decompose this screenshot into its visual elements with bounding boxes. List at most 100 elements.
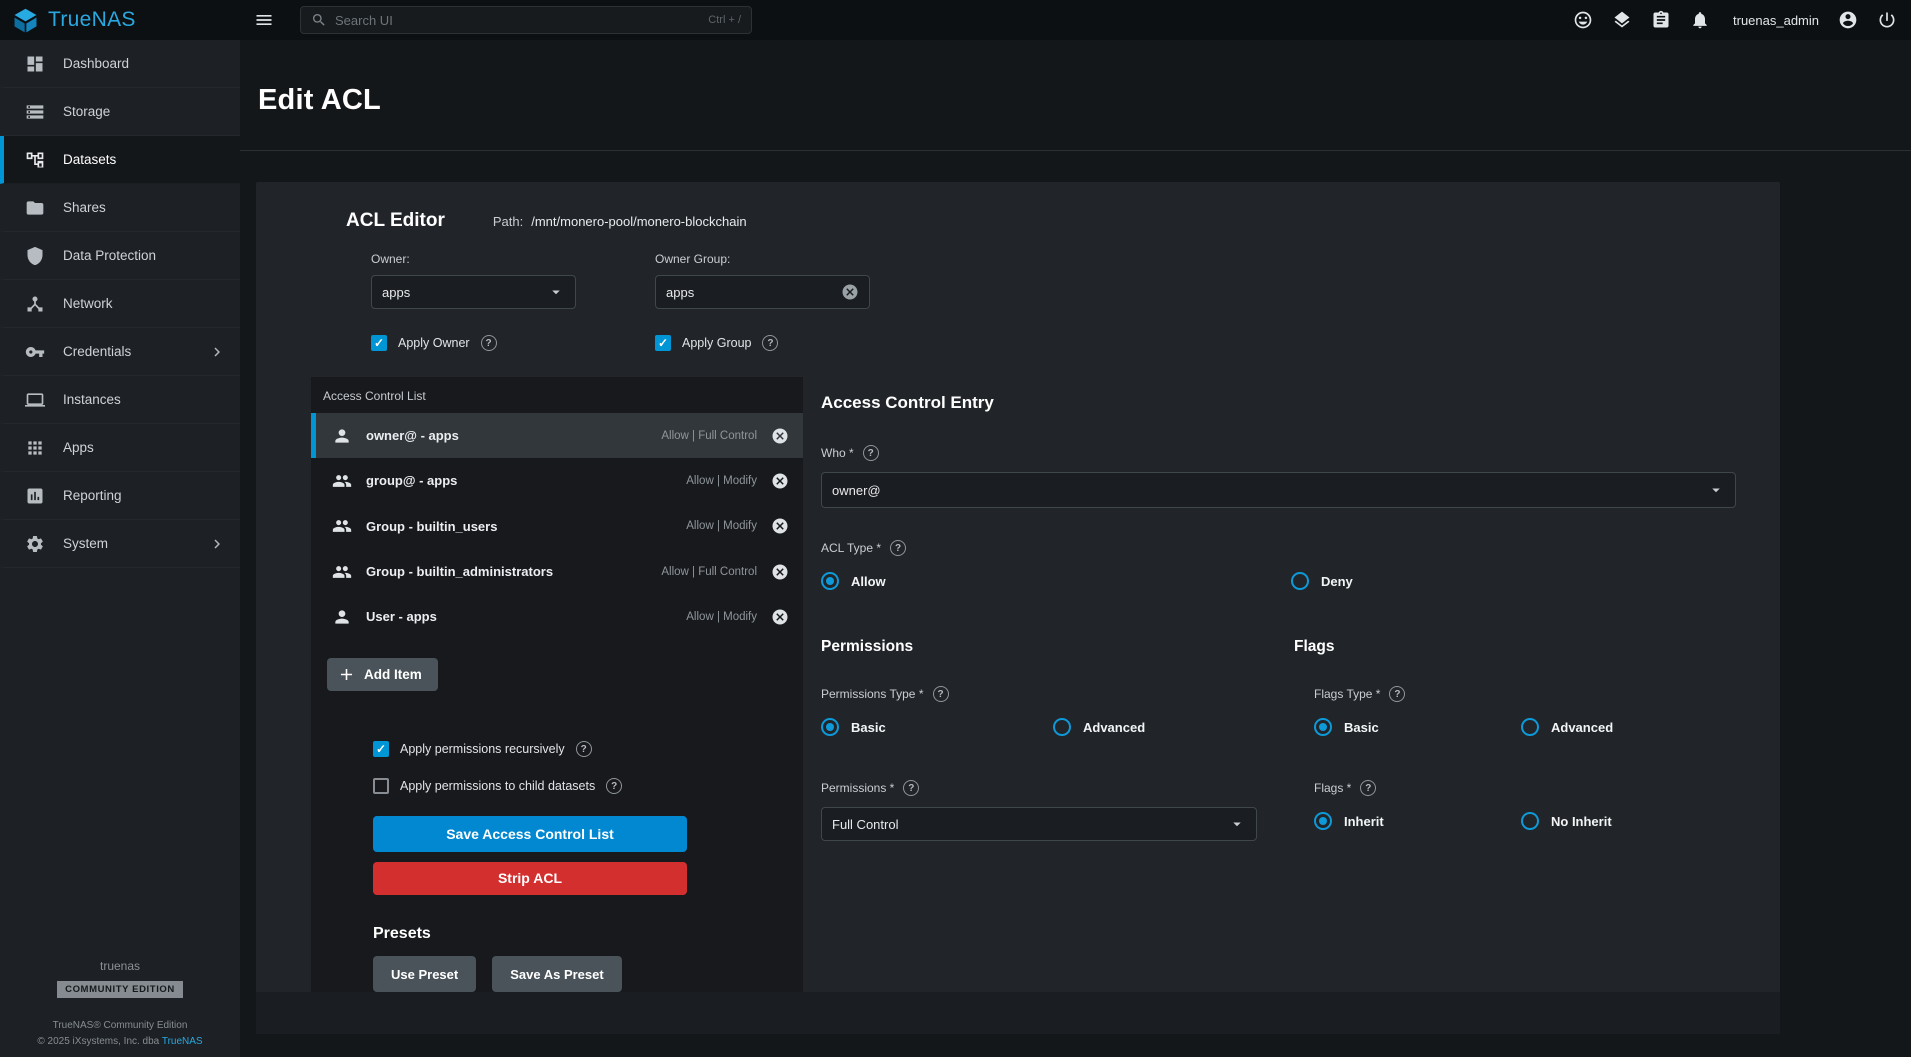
sidebar-item-storage[interactable]: Storage	[0, 88, 240, 136]
add-item-button[interactable]: Add Item	[327, 658, 438, 691]
acl-entry-row-builtin-users[interactable]: Group - builtin_users Allow | Modify	[311, 504, 803, 549]
logged-in-username: truenas_admin	[1733, 13, 1819, 28]
ace-title: Access Control Entry	[821, 393, 1736, 413]
power-icon[interactable]	[1877, 10, 1897, 30]
permissions-heading: Permissions	[821, 638, 1294, 656]
owner-group-field	[655, 275, 870, 309]
layers-icon[interactable]	[1612, 10, 1632, 30]
permissions-select[interactable]: Full Control	[821, 807, 1257, 841]
help-icon[interactable]: ?	[890, 540, 906, 556]
access-control-entry-panel: Access Control Entry Who * ? owner@ ACL …	[803, 377, 1780, 992]
apply-group-label: Apply Group	[682, 336, 751, 350]
search-shortcut: Ctrl + /	[708, 14, 741, 26]
help-icon[interactable]: ?	[481, 335, 497, 351]
sidebar-item-datasets[interactable]: Datasets	[0, 136, 240, 184]
search-input[interactable]	[335, 13, 700, 28]
global-search[interactable]: Ctrl + /	[300, 6, 752, 34]
clear-icon[interactable]	[841, 283, 859, 301]
sidebar-item-dashboard[interactable]: Dashboard	[0, 40, 240, 88]
apply-child-datasets-checkbox[interactable]	[373, 778, 389, 794]
flags-type-advanced-radio[interactable]	[1521, 718, 1539, 736]
acl-type-allow-radio[interactable]	[821, 572, 839, 590]
acl-entry-row-user-apps[interactable]: User - apps Allow | Modify	[311, 594, 803, 639]
footer-truenas-link[interactable]: TrueNAS	[162, 1036, 203, 1047]
sidebar-item-instances[interactable]: Instances	[0, 376, 240, 424]
truenas-logo-icon	[12, 7, 39, 34]
menu-toggle-icon[interactable]	[254, 10, 274, 30]
notifications-icon[interactable]	[1690, 10, 1710, 30]
apply-owner-label: Apply Owner	[398, 336, 470, 350]
person-icon	[332, 607, 352, 627]
apps-icon	[25, 438, 45, 458]
card-head: ACL Editor Path: /mnt/monero-pool/monero…	[256, 182, 1780, 232]
owner-group-label: Owner Group:	[655, 252, 870, 266]
use-preset-button[interactable]: Use Preset	[373, 956, 476, 992]
flags-type-basic-radio[interactable]	[1314, 718, 1332, 736]
instances-icon	[25, 390, 45, 410]
edition-badge: COMMUNITY EDITION	[57, 981, 183, 998]
permissions-type-advanced-radio[interactable]	[1053, 718, 1071, 736]
page-title: Edit ACL	[258, 84, 1911, 117]
sidebar-item-system[interactable]: System	[0, 520, 240, 568]
help-icon[interactable]: ?	[606, 778, 622, 794]
apply-child-datasets-label: Apply permissions to child datasets	[400, 779, 595, 793]
search-icon	[311, 12, 327, 28]
hostname: truenas	[100, 959, 140, 973]
acl-entry-row-group[interactable]: group@ - apps Allow | Modify	[311, 458, 803, 503]
sidebar-item-apps[interactable]: Apps	[0, 424, 240, 472]
brand-name: TrueNAS	[48, 8, 136, 32]
footer-copyright: © 2025 iXsystems, Inc. dba TrueNAS	[37, 1036, 202, 1047]
flags-inherit-radio[interactable]	[1314, 812, 1332, 830]
jobs-icon[interactable]	[1651, 10, 1671, 30]
help-icon[interactable]: ?	[576, 741, 592, 757]
acl-list-panel: Access Control List owner@ - apps Allow …	[311, 377, 803, 992]
sidebar-item-reporting[interactable]: Reporting	[0, 472, 240, 520]
sidebar-item-shares[interactable]: Shares	[0, 184, 240, 232]
help-icon[interactable]: ?	[933, 686, 949, 702]
truenas-logo[interactable]: TrueNAS	[12, 7, 240, 34]
acl-entry-row-builtin-administrators[interactable]: Group - builtin_administrators Allow | F…	[311, 549, 803, 594]
apply-group-checkbox[interactable]	[655, 335, 671, 351]
remove-entry-icon[interactable]	[771, 472, 789, 490]
topbar-actions: truenas_admin	[1573, 10, 1897, 30]
help-icon[interactable]: ?	[762, 335, 778, 351]
help-icon[interactable]: ?	[1389, 686, 1405, 702]
save-as-preset-button[interactable]: Save As Preset	[492, 956, 621, 992]
group-icon	[332, 562, 352, 582]
flags-no-inherit-radio[interactable]	[1521, 812, 1539, 830]
remove-entry-icon[interactable]	[771, 427, 789, 445]
remove-entry-icon[interactable]	[771, 517, 789, 535]
sidebar-item-data-protection[interactable]: Data Protection	[0, 232, 240, 280]
acl-type-deny-radio[interactable]	[1291, 572, 1309, 590]
footer-edition-text: TrueNAS® Community Edition	[53, 1020, 188, 1031]
apply-recursively-label: Apply permissions recursively	[400, 742, 565, 756]
remove-entry-icon[interactable]	[771, 608, 789, 626]
help-icon[interactable]: ?	[903, 780, 919, 796]
save-acl-button[interactable]: Save Access Control List	[373, 816, 687, 851]
help-icon[interactable]: ?	[863, 445, 879, 461]
group-icon	[332, 471, 352, 491]
chevron-right-icon	[208, 535, 226, 553]
account-icon[interactable]	[1838, 10, 1858, 30]
acl-entry-row-owner[interactable]: owner@ - apps Allow | Full Control	[311, 413, 803, 458]
flags-type-label: Flags Type *	[1314, 687, 1380, 701]
flags-section: Flags Flags Type * ? Basic	[1294, 638, 1736, 841]
who-select[interactable]: owner@	[821, 472, 1736, 508]
help-icon[interactable]: ?	[1360, 780, 1376, 796]
credentials-icon	[25, 342, 45, 362]
feedback-icon[interactable]	[1573, 10, 1593, 30]
apply-owner-checkbox[interactable]	[371, 335, 387, 351]
network-icon	[25, 294, 45, 314]
shares-icon	[25, 198, 45, 218]
strip-acl-button[interactable]: Strip ACL	[373, 862, 687, 895]
remove-entry-icon[interactable]	[771, 563, 789, 581]
sidebar-item-credentials[interactable]: Credentials	[0, 328, 240, 376]
sidebar: Dashboard Storage Datasets Shares Data P…	[0, 40, 240, 1057]
owner-row: Owner: apps Owner Group:	[256, 252, 1780, 309]
owner-select[interactable]: apps	[371, 275, 576, 309]
owner-group-input[interactable]	[666, 285, 833, 300]
acl-type-label: ACL Type *	[821, 541, 881, 555]
permissions-type-basic-radio[interactable]	[821, 718, 839, 736]
sidebar-item-network[interactable]: Network	[0, 280, 240, 328]
apply-recursively-checkbox[interactable]	[373, 741, 389, 757]
